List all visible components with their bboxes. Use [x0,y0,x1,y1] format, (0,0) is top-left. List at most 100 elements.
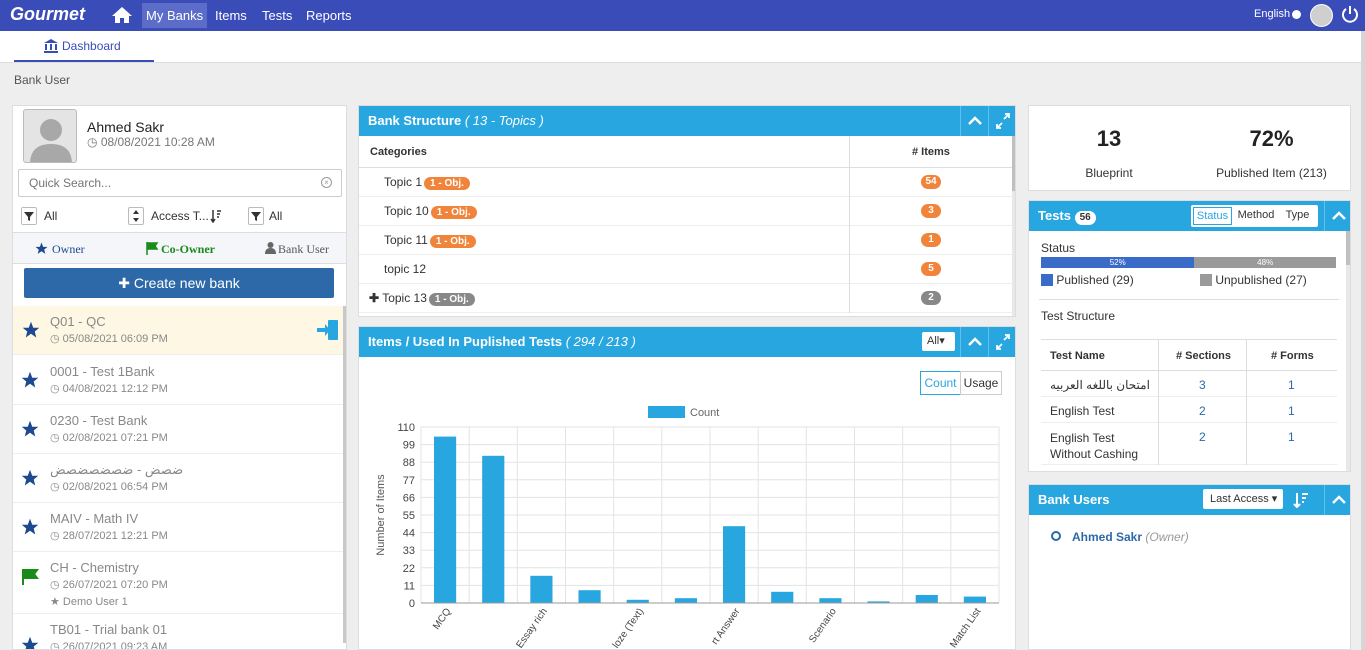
bank-list-item[interactable]: 0230 - Test Bank ◷ 02/08/2021 07:21 PM [13,405,343,454]
y-tick-label: 99 [403,440,415,452]
globe-icon[interactable] [1292,10,1301,19]
tab-type[interactable]: Type [1279,207,1316,225]
nav-my-banks[interactable]: My Banks [142,3,208,28]
bank-structure-panel: Bank Structure ( 13 - Topics ) Categorie… [358,105,1016,317]
tests-panel: Tests 56 Status Method Type Status 52% 4… [1028,200,1351,472]
table-row[interactable]: English Test Without Cashing 2 1 [1041,423,1337,465]
filter-right-value[interactable]: All [269,209,282,223]
item-count-badge: 5 [921,262,941,276]
collapse-button[interactable] [960,106,988,136]
items-panel: Items / Used In Puplished Tests ( 294 / … [358,326,1016,650]
power-icon[interactable] [1341,5,1359,23]
bank-icon [44,39,58,53]
language-selector[interactable]: English [1254,8,1290,20]
sort-field[interactable]: Access T... [151,209,209,223]
create-new-bank-button[interactable]: ✚ Create new bank [24,268,334,298]
test-table-header: Test Name # Sections # Forms [1041,339,1337,371]
y-tick-label: 88 [403,457,415,469]
user-avatar[interactable] [1310,4,1333,27]
nav-items[interactable]: Items [211,3,251,28]
topic-row[interactable]: topic 12 5 [359,255,1012,284]
bar [578,590,601,603]
app-logo[interactable]: Gourmet [10,4,85,25]
legend-swatch [648,406,685,418]
tab-dashboard[interactable]: Dashboard [14,31,154,62]
topic-row[interactable]: Topic 11 1 - Obj. 1 [359,226,1012,255]
bar [963,596,986,603]
bank-list-scrollbar[interactable] [343,306,346,643]
y-tick-label: 55 [403,510,415,522]
y-tick-label: 77 [403,475,415,487]
tab-usage[interactable]: Usage [960,371,1002,395]
expand-icon [996,334,1010,350]
role-bank-user[interactable]: Bank User [278,242,329,257]
profile-avatar [23,109,77,163]
collapse-button[interactable] [1324,485,1352,515]
item-count-badge: 1 [921,233,941,247]
bank-list-item[interactable]: ضصض - ضصضصضصض ◷ 02/08/2021 06:54 PM [13,454,343,503]
expand-button[interactable] [988,327,1015,357]
blueprint-label: Blueprint [1085,166,1133,180]
topic-row[interactable]: Topic 11 - Obj. 54 [359,168,1012,197]
y-tick-label: 66 [403,492,415,504]
bank-list-item[interactable]: MAIV - Math IV ◷ 28/07/2021 12:21 PM [13,503,343,552]
topic-row[interactable]: ✚ Topic 13 1 - Obj. 2 [359,284,1012,313]
bank-structure-header: Bank Structure ( 13 - Topics ) [359,106,1015,136]
expand-button[interactable] [988,106,1015,136]
bar [915,595,938,603]
bank-list-item[interactable]: Q01 - QC ◷ 05/08/2021 06:09 PM [13,306,343,355]
clear-search-icon[interactable]: × [321,177,332,188]
filter-left-value[interactable]: All [44,209,57,223]
quick-search-input[interactable] [18,169,342,197]
structure-table-header: Categories # Items [359,136,1012,168]
collapse-button[interactable] [960,327,988,357]
nav-reports[interactable]: Reports [302,3,356,28]
legend-published: Published (29) [1041,273,1134,287]
tab-count[interactable]: Count [920,371,961,395]
y-tick-label: 0 [409,598,415,610]
y-tick-label: 44 [403,528,415,540]
profile-name: Ahmed Sakr [87,119,165,135]
page-scrollbar[interactable] [1361,31,1365,650]
star-icon [21,518,39,535]
bank-user-item[interactable]: Ahmed Sakr (Owner) [1072,530,1189,544]
bank-list-item[interactable]: CH - Chemistry ◷ 26/07/2021 07:20 PM ★ D… [13,552,343,614]
bar [723,526,746,603]
filter-icon-right[interactable] [248,207,264,225]
role-coowner[interactable]: Co-Owner [161,242,215,257]
table-row[interactable]: امتحان باللغه العربيه 3 1 [1041,371,1337,397]
table-row[interactable]: English Test 2 1 [1041,397,1337,423]
bank-users-header: Bank Users Last Access ▾ [1029,485,1350,515]
topic-row[interactable]: Topic 10 1 - Obj. 3 [359,197,1012,226]
user-status-icon [1051,531,1061,541]
tab-status[interactable]: Status [1193,207,1232,225]
bank-users-sort-dropdown[interactable]: Last Access ▾ [1203,489,1283,509]
items-bar-chart: Count 0 11 22 33 44 55 66 77 88 99 110 Number of Ite… [375,406,1000,650]
tab-method[interactable]: Method [1235,207,1277,225]
x-tick-label: Essay rich [514,606,549,650]
bankuser-person-icon [265,242,276,254]
published-item-label: Published Item (213) [1216,166,1327,180]
published-bar: 52% [1041,257,1195,268]
unpublished-bar: 48% [1194,257,1336,268]
filter-icon[interactable] [21,207,37,225]
expand-plus-icon[interactable]: ✚ [369,291,379,305]
structure-scrollbar[interactable] [1012,136,1015,316]
nav-tests[interactable]: Tests [258,3,296,28]
bar [771,591,794,603]
top-navbar: Gourmet My Banks Items Tests Reports Eng… [0,0,1365,31]
stats-panel: 13 Blueprint 72% Published Item (213) [1028,105,1351,191]
star-icon [21,420,39,437]
coowner-flag-icon [146,242,159,255]
collapse-button[interactable] [1324,201,1350,231]
home-icon[interactable] [111,6,133,24]
sort-order-icon[interactable] [1293,492,1309,508]
bank-list-item[interactable]: 0001 - Test 1Bank ◷ 04/08/2021 12:12 PM [13,356,343,405]
sort-toggle-icon[interactable] [128,207,144,225]
tests-scrollbar[interactable] [1346,231,1350,471]
role-owner[interactable]: Owner [52,242,85,257]
sort-order-icon[interactable] [210,209,222,223]
bank-list-item[interactable]: TB01 - Trial bank 01 ◷ 26/07/2021 09:23 … [13,614,343,649]
enter-bank-icon[interactable] [316,318,340,342]
items-filter-dropdown[interactable]: All▾ [922,332,955,351]
